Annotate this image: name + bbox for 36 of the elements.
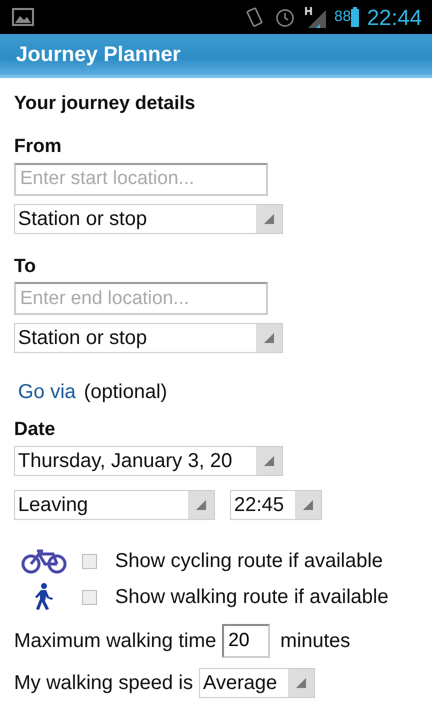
app-title: Journey Planner [16,42,181,68]
from-input[interactable]: Enter start location... [14,162,268,196]
dropdown[interactable]: Leaving [14,490,215,520]
clock-time: 22:44 [366,4,422,32]
dropdown[interactable]: 22:45 [230,490,322,520]
dropdown[interactable]: Average [198,668,315,698]
image-icon [12,8,34,26]
to-label: To [14,256,37,278]
caret-icon [296,678,306,688]
dropdown[interactable]: Station or stop [14,323,283,354]
to-input[interactable]: Enter end location... [14,282,268,316]
minutes-input[interactable]: 20 [222,624,270,658]
caret-icon [264,214,274,224]
checkbox[interactable] [82,590,97,605]
minutes-unit: minutes [280,629,350,654]
caret-icon [264,456,274,466]
section-title: Your journey details [14,93,196,116]
signal-icon [304,6,326,28]
cycling-option-label: Show cycling route if available [115,549,383,574]
from-label: From [14,136,62,159]
optional-note: (optional) [84,380,168,406]
max-walking-label: Maximum walking time [14,629,216,654]
dropdown[interactable]: Station or stop [14,204,283,234]
walking-person-icon [35,583,53,610]
walking-option-label: Show walking route if available [115,585,388,610]
caret-icon [264,333,274,344]
date-label: Date [14,419,56,442]
bicycle-icon [22,550,66,574]
walking-speed-label: My walking speed is [14,671,193,696]
go-via-link[interactable]: Go via [18,377,76,408]
checkbox[interactable] [82,554,97,569]
caret-icon [196,500,206,510]
battery-level: 88 [334,6,351,27]
dropdown[interactable]: Thursday, January 3, 20 [14,446,283,476]
caret-icon [303,500,313,510]
battery-icon [350,7,359,27]
